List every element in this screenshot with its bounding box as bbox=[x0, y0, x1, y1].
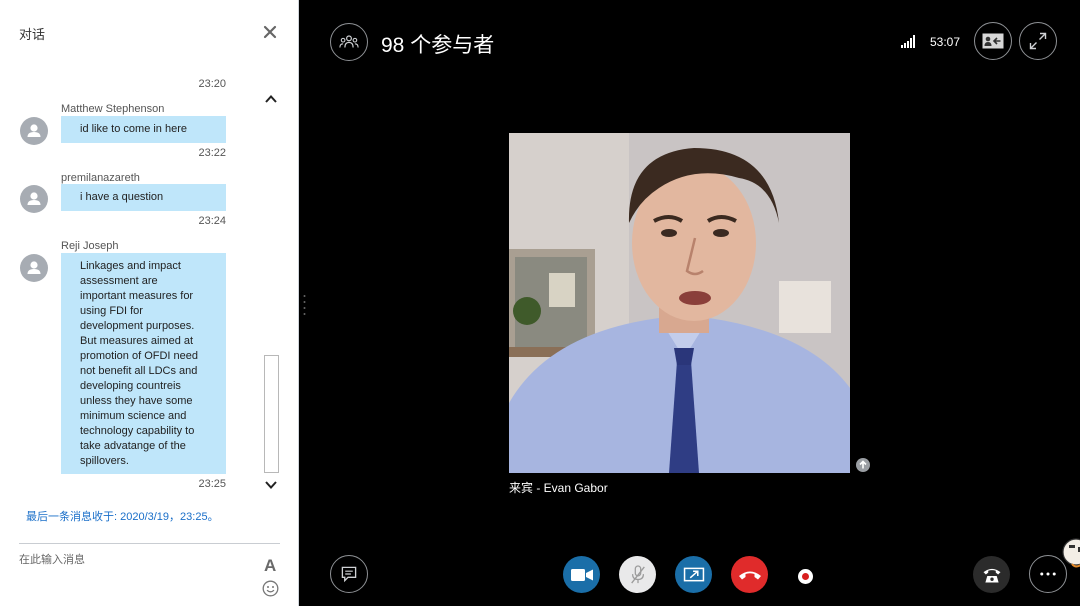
dialpad-button[interactable] bbox=[973, 556, 1010, 593]
panel-resize-handle[interactable] bbox=[303, 293, 306, 317]
caller-name-label: 来宾 - Evan Gabor bbox=[509, 481, 608, 495]
message-bubble: Linkages and impact assessment are impor… bbox=[61, 253, 226, 474]
person-icon bbox=[27, 124, 41, 137]
people-group-icon bbox=[339, 35, 359, 48]
close-icon[interactable] bbox=[262, 24, 278, 40]
microphone-muted-icon bbox=[630, 564, 645, 584]
share-screen-button[interactable] bbox=[675, 556, 712, 593]
signal-bars-icon bbox=[900, 35, 916, 48]
mascot-sticker bbox=[1058, 536, 1080, 570]
person-icon bbox=[27, 261, 41, 274]
person-icon bbox=[27, 192, 41, 205]
video-feed bbox=[509, 133, 850, 473]
chat-toggle-button[interactable] bbox=[330, 555, 368, 593]
scroll-up-icon[interactable] bbox=[264, 92, 278, 104]
message-sender: premilanazareth bbox=[61, 172, 140, 184]
chat-bubble-icon bbox=[341, 566, 357, 583]
scrollbar-thumb[interactable] bbox=[264, 355, 279, 473]
screen-share-icon bbox=[683, 567, 704, 581]
fullscreen-button[interactable] bbox=[1019, 22, 1057, 60]
message-bubble: id like to come in here bbox=[61, 116, 226, 143]
last-message-notice: 最后一条消息收于: 2020/3/19，23:25。 bbox=[26, 511, 219, 523]
avatar bbox=[20, 117, 48, 145]
font-format-button[interactable]: A bbox=[264, 556, 276, 576]
video-camera-icon bbox=[570, 568, 593, 581]
call-duration: 53:07 bbox=[930, 35, 961, 49]
emoji-icon[interactable] bbox=[262, 580, 279, 597]
message-bubble: i have a question bbox=[61, 184, 226, 211]
hang-up-icon bbox=[738, 571, 761, 579]
dialpad-phone-icon bbox=[983, 568, 1000, 583]
avatar bbox=[20, 185, 48, 213]
contact-card-icon bbox=[982, 33, 1004, 49]
message-sender: Reji Joseph bbox=[61, 240, 119, 252]
scroll-down-icon[interactable] bbox=[264, 478, 278, 490]
mute-button[interactable] bbox=[619, 556, 656, 593]
message-sender: Matthew Stephenson bbox=[61, 103, 165, 115]
message-timestamp: 23:25 bbox=[198, 478, 226, 490]
chat-panel: 对话 23:20 Matthew Stephenson id like to c… bbox=[0, 0, 299, 606]
message-timestamp: 23:20 bbox=[198, 78, 226, 90]
message-timestamp: 23:22 bbox=[198, 147, 226, 159]
expand-icon bbox=[1029, 32, 1047, 50]
layout-button[interactable] bbox=[974, 22, 1012, 60]
divider bbox=[19, 543, 280, 544]
more-dots-icon bbox=[1040, 572, 1056, 576]
video-toggle-button[interactable] bbox=[563, 556, 600, 593]
pin-video-icon[interactable] bbox=[856, 458, 870, 472]
message-timestamp: 23:24 bbox=[198, 215, 226, 227]
message-list: 23:20 Matthew Stephenson id like to come… bbox=[0, 70, 299, 500]
recording-indicator-icon bbox=[798, 569, 813, 584]
participants-count: 98 个参与者 bbox=[381, 34, 495, 57]
participants-button[interactable] bbox=[330, 23, 368, 61]
speaker-video-frame bbox=[509, 133, 850, 473]
hang-up-button[interactable] bbox=[731, 556, 768, 593]
avatar bbox=[20, 254, 48, 282]
chat-title: 对话 bbox=[19, 27, 46, 42]
message-input[interactable] bbox=[19, 550, 249, 570]
